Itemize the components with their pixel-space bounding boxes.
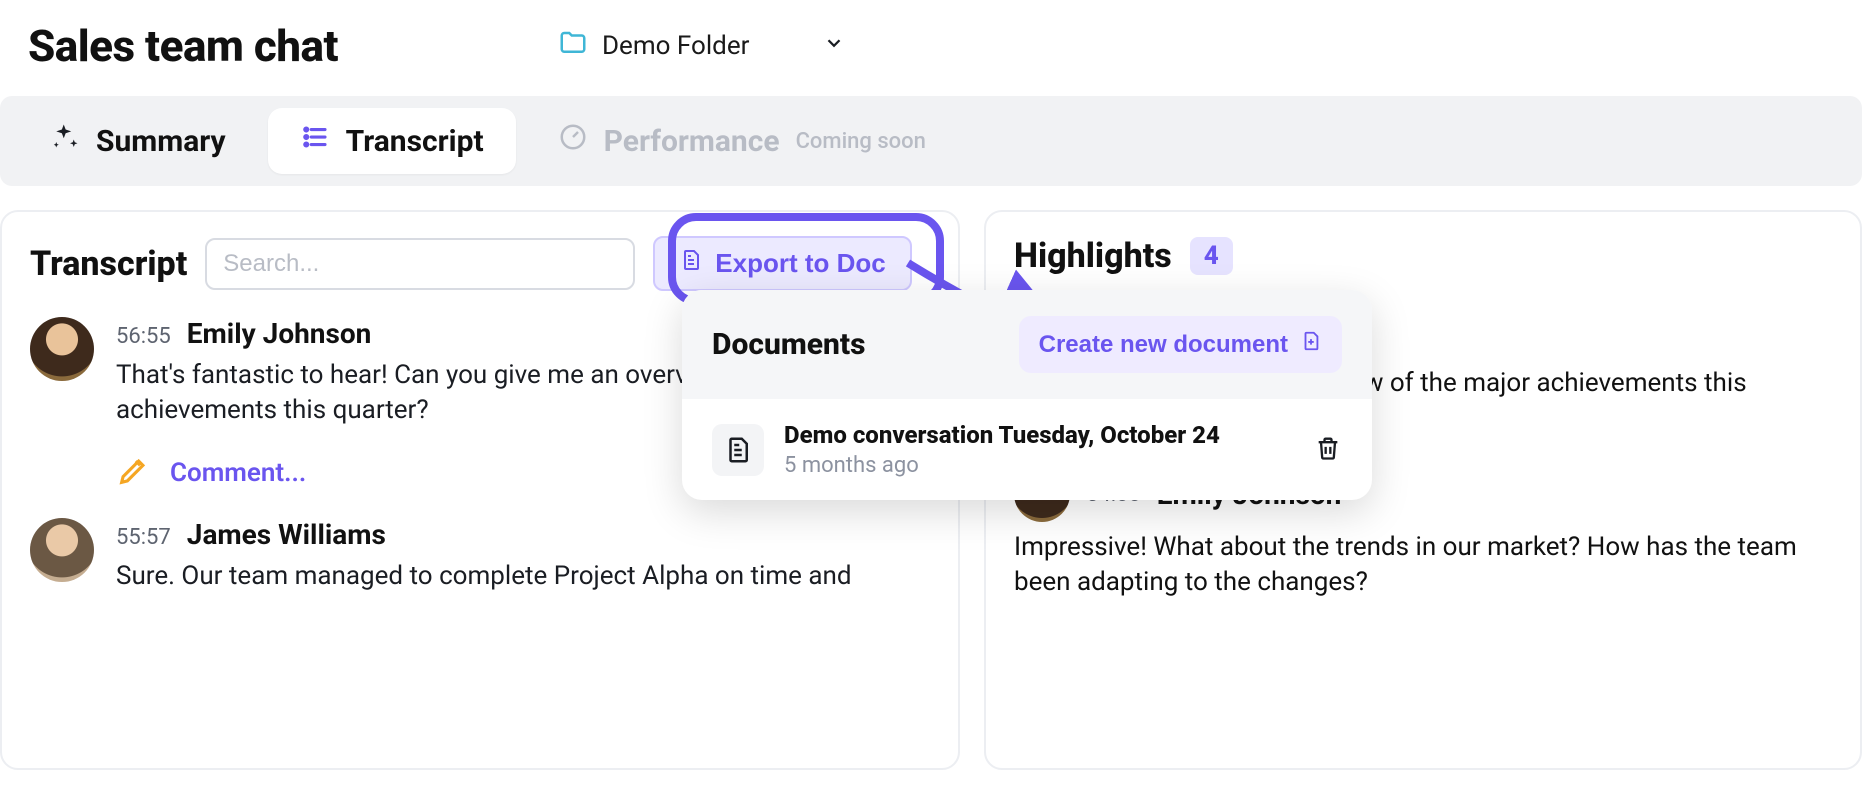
message-author: James Williams [187,518,386,551]
documents-popover: Documents Create new document Demo conve… [682,290,1372,500]
tab-performance-label: Performance [604,124,780,159]
export-to-doc-button[interactable]: Export to Doc [653,236,911,291]
folder-picker[interactable]: Demo Folder [558,28,845,65]
search-input[interactable] [205,238,635,290]
avatar [30,518,94,582]
tab-summary[interactable]: Summary [18,108,258,174]
transcript-title: Transcript [30,244,187,284]
coming-soon-badge: Coming soon [796,129,926,154]
highlights-count-badge: 4 [1190,237,1233,275]
tab-summary-label: Summary [96,124,226,159]
message-text: Sure. Our team managed to complete Proje… [116,559,930,594]
tabs-bar: Summary Transcript Performance Coming so… [0,96,1862,186]
list-icon [300,122,330,160]
message-author: Emily Johnson [187,317,372,350]
create-new-document-button[interactable]: Create new document [1019,316,1342,373]
page-title: Sales team chat [28,20,338,72]
documents-title: Documents [712,327,866,362]
document-age: 5 months ago [784,453,1294,478]
tab-transcript[interactable]: Transcript [268,108,516,174]
gauge-icon [558,122,588,160]
sparkles-icon [50,122,80,160]
document-plus-icon [1300,330,1322,359]
avatar [30,317,94,381]
folder-name: Demo Folder [602,31,749,61]
trash-icon[interactable] [1314,434,1342,466]
tab-performance: Performance Coming soon [526,108,958,174]
chevron-down-icon [763,31,845,61]
message-time: 56:55 [116,324,171,349]
file-icon [712,424,764,476]
pencil-icon [116,454,150,492]
document-icon [679,248,703,279]
folder-icon [558,28,588,65]
document-row[interactable]: Demo conversation Tuesday, October 24 5 … [682,399,1372,500]
transcript-message: 55:57 James Williams Sure. Our team mana… [30,518,930,594]
highlights-title: Highlights [1014,236,1172,276]
message-time: 55:57 [116,525,171,550]
create-doc-label: Create new document [1039,331,1288,359]
tab-transcript-label: Transcript [346,124,484,159]
export-label: Export to Doc [715,248,885,279]
comment-button[interactable]: Comment... [170,458,306,488]
document-name: Demo conversation Tuesday, October 24 [784,421,1294,449]
highlight-text: Impressive! What about the trends in our… [1014,530,1832,600]
